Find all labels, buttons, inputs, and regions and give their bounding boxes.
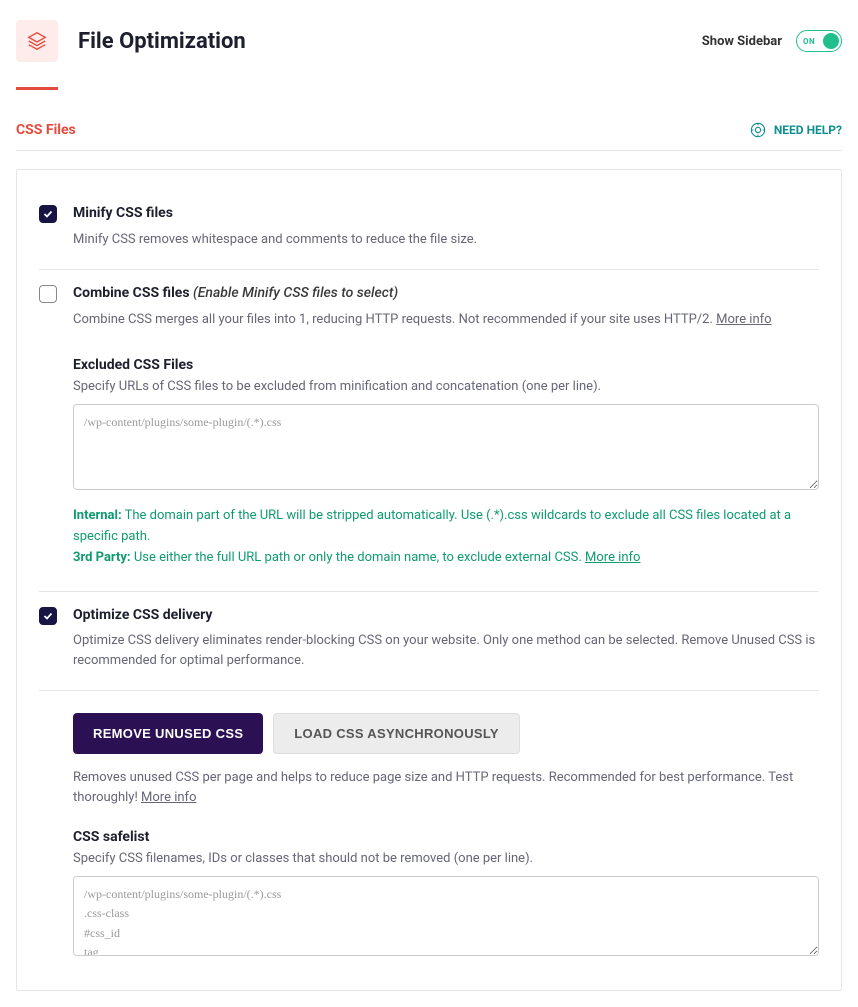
toggle-state-label: ON	[797, 37, 815, 46]
excluded-css-section: Excluded CSS Files Specify URLs of CSS f…	[73, 357, 819, 568]
option-optimize-css: Optimize CSS delivery Optimize CSS deliv…	[39, 592, 819, 691]
option-combine-css: Combine CSS files (Enable Minify CSS fil…	[39, 270, 819, 335]
section-header: CSS Files NEED HELP?	[16, 122, 842, 151]
sidebar-toggle[interactable]: ON	[796, 30, 842, 52]
minify-title: Minify CSS files	[73, 204, 819, 224]
combine-more-link[interactable]: More info	[716, 312, 771, 327]
css-panel: Minify CSS files Minify CSS removes whit…	[16, 169, 842, 991]
excluded-more-link[interactable]: More info	[585, 550, 640, 565]
section-title: CSS Files	[16, 122, 76, 138]
remove-unused-desc: Removes unused CSS per page and helps to…	[73, 768, 819, 807]
combine-desc: Combine CSS merges all your files into 1…	[73, 310, 819, 330]
safelist-textarea[interactable]	[73, 876, 819, 956]
page-header: File Optimization Show Sidebar ON	[16, 16, 842, 70]
help-icon	[750, 122, 766, 138]
optimize-checkbox[interactable]	[39, 607, 57, 625]
excluded-desc: Specify URLs of CSS files to be excluded…	[73, 379, 819, 394]
safelist-title: CSS safelist	[73, 829, 819, 845]
remove-unused-css-button[interactable]: REMOVE UNUSED CSS	[73, 713, 263, 754]
excluded-note: Internal: The domain part of the URL wil…	[73, 506, 819, 568]
page-title: File Optimization	[78, 29, 246, 54]
combine-hint: (Enable Minify CSS files to select)	[193, 285, 398, 301]
optimize-subsection: REMOVE UNUSED CSS LOAD CSS ASYNCHRONOUSL…	[73, 713, 819, 960]
minify-desc: Minify CSS removes whitespace and commen…	[73, 230, 819, 250]
combine-title: Combine CSS files (Enable Minify CSS fil…	[73, 284, 819, 304]
load-css-async-button[interactable]: LOAD CSS ASYNCHRONOUSLY	[273, 713, 520, 754]
layers-icon	[16, 20, 58, 62]
safelist-desc: Specify CSS filenames, IDs or classes th…	[73, 851, 819, 866]
help-link[interactable]: NEED HELP?	[750, 122, 842, 138]
option-minify-css: Minify CSS files Minify CSS removes whit…	[39, 190, 819, 270]
combine-checkbox[interactable]	[39, 285, 57, 303]
optimize-title: Optimize CSS delivery	[73, 606, 819, 626]
minify-checkbox[interactable]	[39, 205, 57, 223]
show-sidebar-label: Show Sidebar	[702, 34, 782, 49]
excluded-textarea[interactable]	[73, 404, 819, 490]
help-label: NEED HELP?	[774, 123, 842, 137]
optimize-more-link[interactable]: More info	[141, 790, 196, 805]
optimize-desc: Optimize CSS delivery eliminates render-…	[73, 631, 819, 670]
excluded-title: Excluded CSS Files	[73, 357, 819, 373]
